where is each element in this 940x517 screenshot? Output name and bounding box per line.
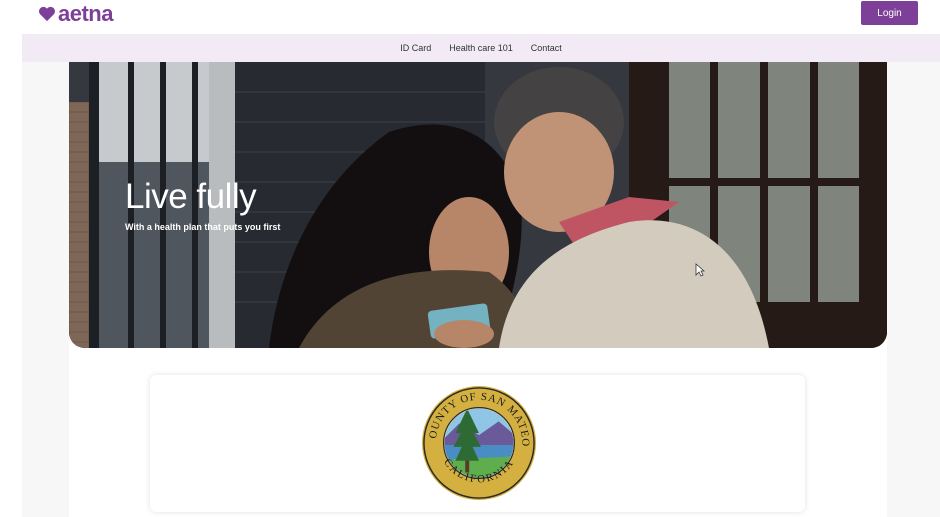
- san-mateo-county-seal: COUNTY OF SAN MATEO CALIFORNIA: [420, 384, 537, 501]
- logo-text: aetna: [58, 1, 113, 26]
- login-button[interactable]: Login: [861, 1, 918, 25]
- mouse-cursor-icon: [695, 263, 705, 277]
- nav-link-health-care-101[interactable]: Health care 101: [449, 43, 513, 53]
- nav-link-id-card[interactable]: ID Card: [400, 43, 431, 53]
- hero-title: Live fully: [125, 177, 257, 216]
- hero-banner: Live fully With a health plan that puts …: [69, 62, 887, 348]
- heart-icon: [39, 6, 55, 22]
- nav-link-contact[interactable]: Contact: [531, 43, 562, 53]
- site-header: aetna Login: [0, 0, 940, 34]
- aetna-logo[interactable]: aetna: [38, 1, 113, 26]
- hero-subtitle: With a health plan that puts you first: [125, 222, 281, 232]
- county-seal-card: COUNTY OF SAN MATEO CALIFORNIA: [150, 375, 805, 512]
- main-nav: ID Card Health care 101 Contact: [22, 34, 940, 62]
